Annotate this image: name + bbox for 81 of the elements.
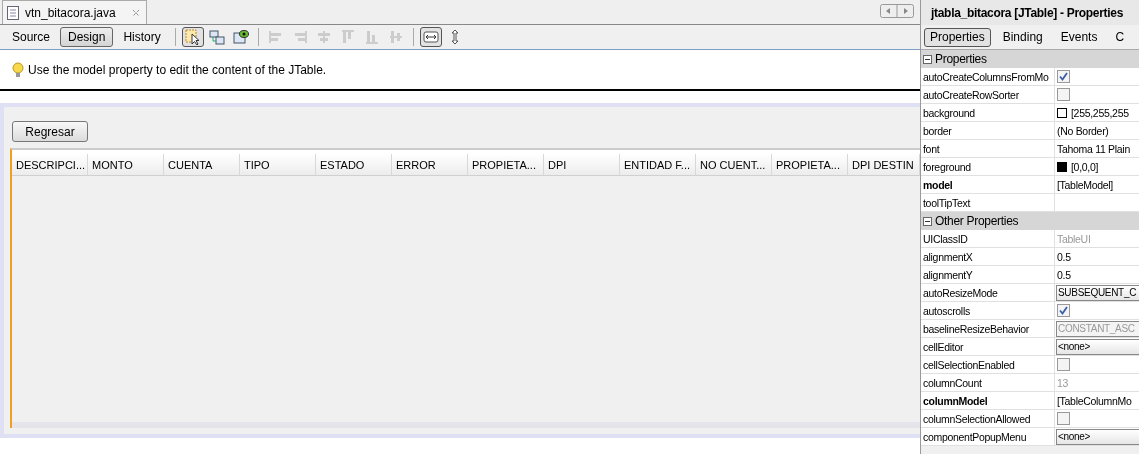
hint-text: Use the model property to edit the content of the JTable. bbox=[28, 62, 327, 77]
eye-icon bbox=[232, 29, 249, 45]
property-name: toolTipText bbox=[921, 194, 1055, 211]
lightbulb-icon bbox=[12, 61, 24, 78]
property-name: cellEditor bbox=[921, 338, 1055, 355]
property-name: model bbox=[921, 176, 1055, 193]
toolbar-button[interactable] bbox=[181, 27, 204, 47]
collapse-icon[interactable] bbox=[923, 54, 932, 64]
tab-title: vtn_bitacora.java bbox=[25, 5, 116, 20]
scroll-arrows-icon bbox=[880, 4, 914, 18]
property-dropdown[interactable]: <none> bbox=[1056, 338, 1139, 355]
column-header[interactable]: DESCRIPCI... bbox=[12, 154, 88, 176]
property-value: 0.5 bbox=[1057, 268, 1071, 281]
center-horizontal-icon bbox=[315, 29, 332, 45]
align-bottom-icon bbox=[363, 29, 380, 45]
pointer-icon bbox=[184, 29, 201, 45]
property-value: [TableModel] bbox=[1057, 178, 1113, 191]
connection-icon bbox=[208, 29, 225, 45]
center-vertical-icon bbox=[387, 29, 404, 45]
property-value: [TableColumnMo bbox=[1057, 394, 1132, 407]
property-name: columnModel bbox=[921, 392, 1055, 409]
view-tab[interactable]: History bbox=[115, 27, 169, 47]
column-header[interactable]: DPI bbox=[544, 154, 620, 176]
property-value: 13 bbox=[1057, 376, 1069, 389]
checkbox[interactable] bbox=[1057, 358, 1070, 371]
column-header[interactable]: PROPIETA... bbox=[468, 154, 544, 176]
property-name: border bbox=[921, 122, 1055, 139]
column-header[interactable]: ENTIDAD F... bbox=[620, 154, 696, 176]
property-name: componentPopupMenu bbox=[921, 428, 1055, 445]
column-header[interactable]: NO CUENT... bbox=[696, 154, 772, 176]
close-icon bbox=[131, 8, 140, 17]
property-name: foreground bbox=[921, 158, 1055, 175]
collapse-icon[interactable] bbox=[923, 216, 932, 226]
align-left-icon bbox=[267, 29, 284, 45]
property-name: autoResizeMode bbox=[921, 284, 1055, 301]
property-dropdown[interactable]: <none> bbox=[1056, 428, 1139, 445]
property-value: Tahoma 11 Plain bbox=[1057, 142, 1130, 155]
property-dropdown[interactable]: SUBSEQUENT_C bbox=[1056, 284, 1139, 301]
property-name: alignmentX bbox=[921, 248, 1055, 265]
property-name: autoCreateColumnsFromMo bbox=[921, 68, 1055, 85]
panel-title: jtabla_bitacora [JTable] - Properties bbox=[921, 0, 1139, 25]
property-value: [0,0,0] bbox=[1071, 160, 1099, 173]
property-name: background bbox=[921, 104, 1055, 121]
view-tab[interactable]: Source bbox=[4, 27, 59, 47]
checkbox[interactable] bbox=[1057, 88, 1070, 101]
file-icon bbox=[7, 5, 19, 20]
panel-tab[interactable]: Properties bbox=[924, 27, 991, 47]
property-value: TableUI bbox=[1057, 232, 1091, 245]
regresar-button[interactable]: Regresar bbox=[12, 121, 88, 142]
property-value: (No Border) bbox=[1057, 124, 1109, 137]
column-header[interactable]: ESTADO bbox=[316, 154, 392, 176]
section-title: Properties bbox=[935, 52, 987, 66]
column-header[interactable]: ERROR bbox=[392, 154, 468, 176]
property-name: columnCount bbox=[921, 374, 1055, 391]
property-name: font bbox=[921, 140, 1055, 157]
column-header[interactable]: DPI DESTIN bbox=[848, 154, 920, 176]
column-header[interactable]: TIPO bbox=[240, 154, 316, 176]
property-value: [255,255,255 bbox=[1071, 106, 1129, 119]
toolbar-button[interactable] bbox=[419, 27, 442, 47]
view-tab[interactable]: Design bbox=[60, 27, 114, 47]
property-name: baselineResizeBehavior bbox=[921, 320, 1055, 337]
column-header[interactable]: PROPIETA... bbox=[772, 154, 848, 176]
property-name: UIClassID bbox=[921, 230, 1055, 247]
editor-tab[interactable]: vtn_bitacora.java bbox=[2, 0, 147, 24]
panel-tab[interactable]: C bbox=[1109, 27, 1131, 47]
panel-tab[interactable]: Events bbox=[1054, 27, 1104, 47]
column-header[interactable]: CUENTA bbox=[164, 154, 240, 176]
checkbox[interactable] bbox=[1057, 304, 1070, 317]
section-title: Other Properties bbox=[935, 214, 1019, 228]
panel-tab[interactable]: Binding bbox=[996, 27, 1049, 47]
property-name: autoscrolls bbox=[921, 302, 1055, 319]
align-top-icon bbox=[339, 29, 356, 45]
horizontal-resize-icon bbox=[422, 29, 439, 45]
checkbox[interactable] bbox=[1057, 412, 1070, 425]
property-name: columnSelectionAllowed bbox=[921, 410, 1055, 427]
column-header[interactable]: MONTO bbox=[88, 154, 164, 176]
property-name: autoCreateRowSorter bbox=[921, 86, 1055, 103]
property-name: cellSelectionEnabled bbox=[921, 356, 1055, 373]
property-name: alignmentY bbox=[921, 266, 1055, 283]
checkbox[interactable] bbox=[1057, 70, 1070, 83]
property-value: 0.5 bbox=[1057, 250, 1071, 263]
